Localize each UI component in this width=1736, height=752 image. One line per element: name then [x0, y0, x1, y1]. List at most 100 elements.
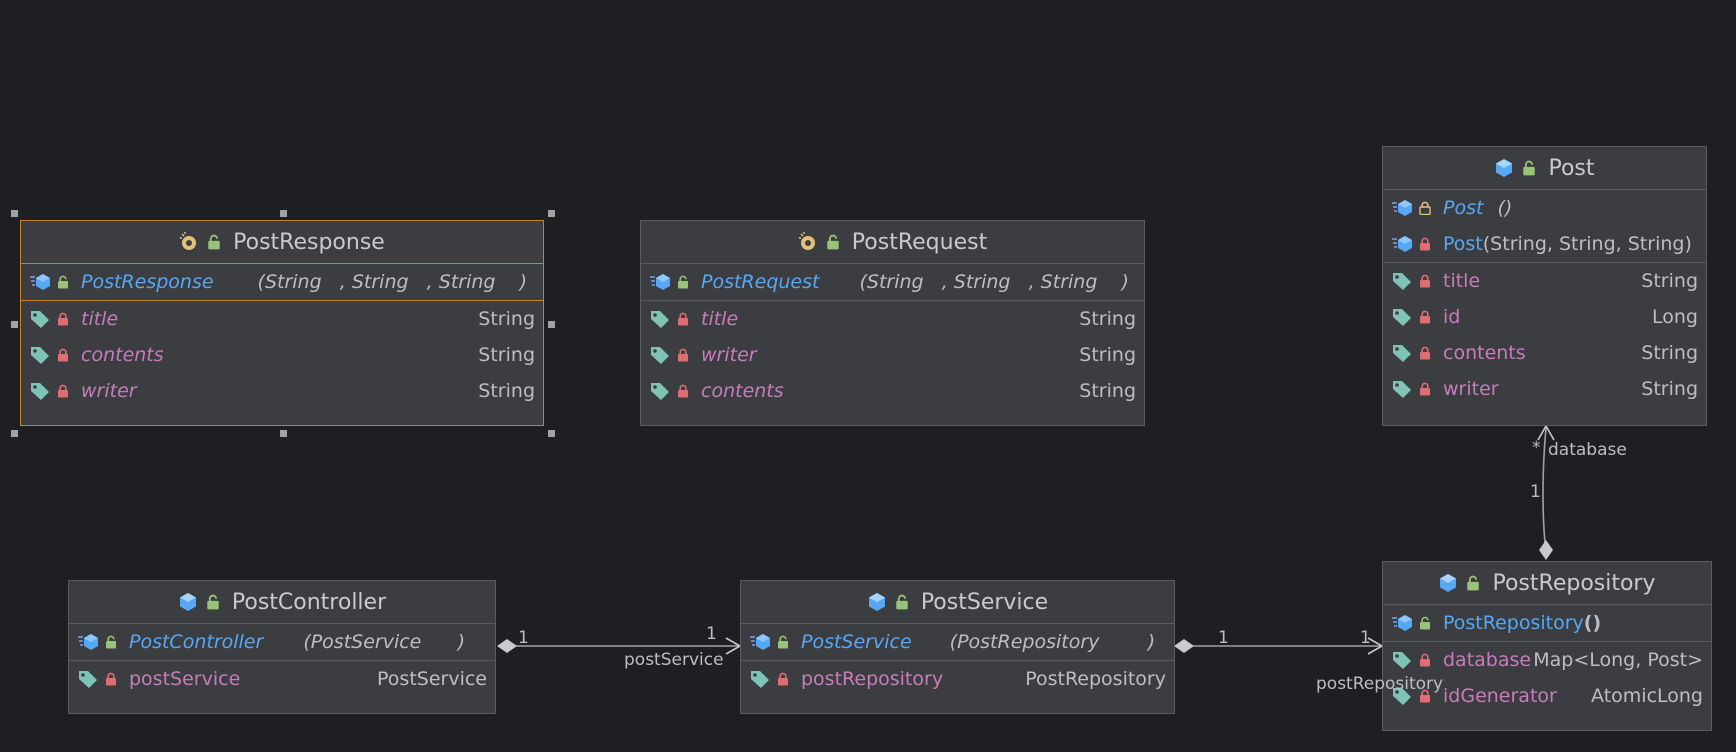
- constructor-icon: [1391, 234, 1413, 254]
- field-row[interactable]: writer String: [1383, 371, 1706, 407]
- public-lock-icon: [1419, 616, 1431, 630]
- field-type: String: [1641, 342, 1698, 364]
- field-tag-icon: [77, 669, 99, 689]
- service-repository-diamond: [1174, 639, 1194, 653]
- constructor-row[interactable]: PostService (PostRepository ): [741, 624, 1174, 660]
- field-tag-icon: [1391, 271, 1413, 291]
- resize-handle[interactable]: [548, 210, 555, 217]
- controller-service-arrow: [725, 637, 742, 655]
- private-lock-icon: [677, 312, 689, 326]
- constructor-icon: [649, 272, 671, 292]
- resize-handle[interactable]: [548, 321, 555, 328]
- constructor-icon: [29, 272, 51, 292]
- field-tag-icon: [649, 309, 671, 329]
- resize-handle[interactable]: [548, 430, 555, 437]
- resize-handle[interactable]: [11, 321, 18, 328]
- class-header: PostController: [69, 581, 495, 624]
- resize-handle[interactable]: [11, 430, 18, 437]
- constructor-row[interactable]: PostRequest (String , String , String ): [641, 264, 1144, 300]
- class-name: Post: [1548, 155, 1595, 181]
- field-row[interactable]: postService PostService: [69, 661, 495, 697]
- fields-section: title String contents String writer Stri…: [21, 301, 543, 409]
- field-type: PostRepository: [1025, 668, 1166, 690]
- field-row[interactable]: title String: [21, 301, 543, 337]
- field-name: title: [81, 308, 119, 330]
- field-tag-icon: [1391, 650, 1413, 670]
- service-repository-to-multiplicity: 1: [1360, 628, 1371, 648]
- constructor-params: (String , String , String ): [859, 271, 1129, 293]
- class-name: PostController: [231, 589, 387, 615]
- field-name: id: [1443, 306, 1461, 328]
- resize-handle[interactable]: [11, 210, 18, 217]
- class-post[interactable]: Post Post () Post (String, String, Strin…: [1382, 146, 1707, 426]
- field-row[interactable]: title String: [641, 301, 1144, 337]
- constructor-icon: [1391, 198, 1413, 218]
- constructor-row[interactable]: Post (String, String, String): [1383, 226, 1706, 262]
- field-name: postRepository: [801, 668, 944, 690]
- repository-post-diamond: [1539, 540, 1553, 560]
- field-name: writer: [1443, 378, 1499, 400]
- private-lock-icon: [677, 348, 689, 362]
- controller-service-to-multiplicity: 1: [706, 624, 717, 644]
- class-post-controller[interactable]: PostController PostController (PostServi…: [68, 580, 496, 714]
- class-name: PostRequest: [851, 229, 988, 255]
- field-tag-icon: [1391, 379, 1413, 399]
- field-type: String: [478, 380, 535, 402]
- diagram-canvas[interactable]: PostResponse PostResponse (String , Stri…: [0, 0, 1736, 752]
- field-row[interactable]: title String: [1383, 263, 1706, 299]
- controller-service-diamond: [497, 639, 517, 653]
- field-name: writer: [81, 380, 137, 402]
- constructor-row[interactable]: PostRepository (): [1383, 605, 1711, 641]
- class-post-response[interactable]: PostResponse PostResponse (String , Stri…: [20, 220, 544, 426]
- constructors-section: PostRepository (): [1383, 605, 1711, 642]
- class-cube-icon: [1438, 573, 1458, 593]
- class-cube-icon: [178, 592, 198, 612]
- field-type: Long: [1652, 306, 1698, 328]
- fields-section: title String id Long contents String wri…: [1383, 263, 1706, 407]
- public-lock-icon: [677, 275, 689, 289]
- field-row[interactable]: contents String: [1383, 335, 1706, 371]
- constructor-params: (PostRepository ): [949, 631, 1156, 653]
- public-lock-icon: [105, 635, 117, 649]
- constructor-row[interactable]: PostResponse (String , String , String ): [21, 264, 543, 300]
- constructor-name: PostController: [129, 631, 264, 653]
- field-row[interactable]: writer String: [21, 373, 543, 409]
- private-lock-icon: [57, 348, 69, 362]
- private-lock-icon: [1419, 237, 1431, 251]
- field-type: String: [1079, 308, 1136, 330]
- field-name: title: [701, 308, 739, 330]
- class-post-service[interactable]: PostService PostService (PostRepository …: [740, 580, 1175, 714]
- field-type: String: [1641, 378, 1698, 400]
- public-lock-icon: [1522, 160, 1536, 176]
- class-name: PostRepository: [1492, 570, 1656, 596]
- constructor-name: PostService: [801, 631, 912, 653]
- field-row[interactable]: contents String: [641, 373, 1144, 409]
- field-tag-icon: [749, 669, 771, 689]
- public-lock-icon: [206, 594, 220, 610]
- field-row[interactable]: writer String: [641, 337, 1144, 373]
- class-header: PostResponse: [21, 221, 543, 264]
- field-type: String: [478, 344, 535, 366]
- class-post-request[interactable]: PostRequest PostRequest (String , String…: [640, 220, 1145, 426]
- public-lock-icon: [777, 635, 789, 649]
- service-repository-from-multiplicity: 1: [1218, 628, 1229, 648]
- field-row[interactable]: database Map<Long, Post>: [1383, 642, 1711, 678]
- constructor-params: (): [1583, 612, 1602, 634]
- field-row[interactable]: contents String: [21, 337, 543, 373]
- field-tag-icon: [1391, 307, 1413, 327]
- class-name: PostResponse: [233, 229, 385, 255]
- resize-handle[interactable]: [280, 430, 287, 437]
- constructor-params: (PostService ): [303, 631, 466, 653]
- class-name: PostService: [920, 589, 1049, 615]
- field-row[interactable]: id Long: [1383, 299, 1706, 335]
- constructor-row[interactable]: Post (): [1383, 190, 1706, 226]
- public-lock-icon: [826, 234, 840, 250]
- constructor-row[interactable]: PostController (PostService ): [69, 624, 495, 660]
- field-row[interactable]: postRepository PostRepository: [741, 661, 1174, 697]
- field-type: AtomicLong: [1591, 685, 1703, 707]
- class-post-repository[interactable]: PostRepository PostRepository () databas…: [1382, 561, 1712, 731]
- constructor-name: Post: [1443, 233, 1483, 255]
- resize-handle[interactable]: [280, 210, 287, 217]
- constructor-name: PostResponse: [81, 271, 214, 293]
- field-type: String: [1641, 270, 1698, 292]
